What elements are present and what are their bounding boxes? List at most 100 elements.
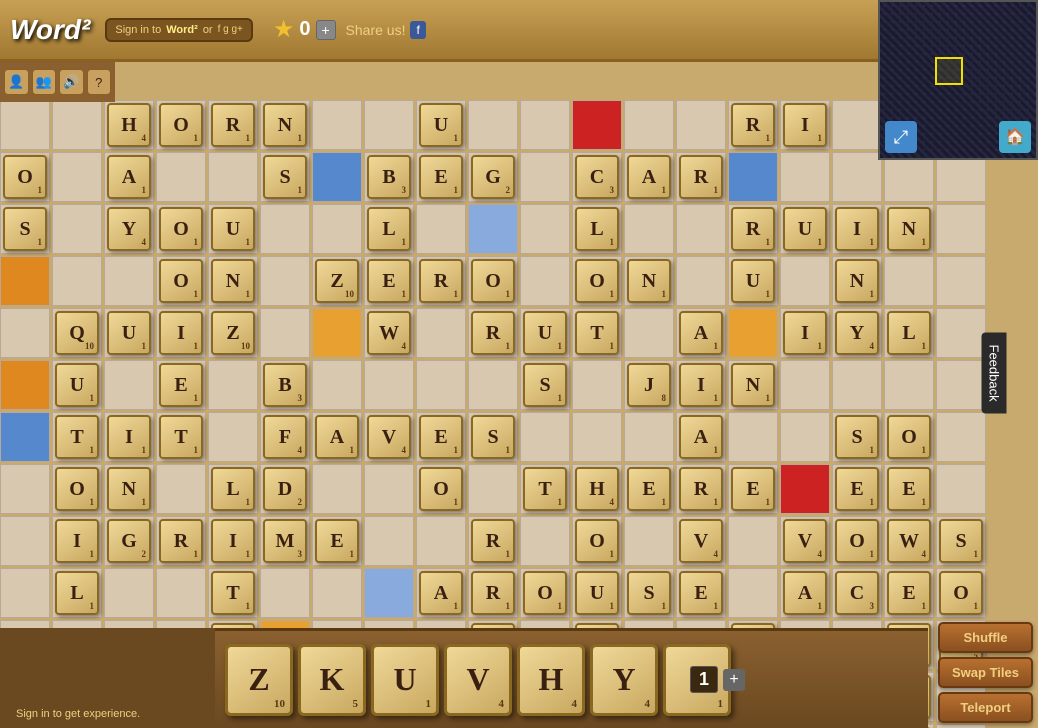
board-cell[interactable]: L1: [52, 568, 102, 618]
board-cell[interactable]: B3: [260, 360, 310, 410]
board-cell[interactable]: Y4: [832, 308, 882, 358]
board-cell[interactable]: [780, 360, 830, 410]
board-cell[interactable]: A1: [676, 308, 726, 358]
board-cell[interactable]: D2: [260, 464, 310, 514]
board-cell[interactable]: [104, 568, 154, 618]
board-cell[interactable]: O1: [156, 100, 206, 150]
board-cell[interactable]: [312, 308, 362, 358]
add-star-button[interactable]: +: [316, 20, 336, 40]
board-cell[interactable]: [572, 412, 622, 462]
board-cell[interactable]: N1: [208, 256, 258, 306]
board-cell[interactable]: [416, 204, 466, 254]
board-cell[interactable]: [416, 360, 466, 410]
board-cell[interactable]: I1: [780, 100, 830, 150]
board-cell[interactable]: [312, 152, 362, 202]
board-cell[interactable]: V4: [364, 412, 414, 462]
board-cell[interactable]: T1: [208, 568, 258, 618]
board-cell[interactable]: [780, 464, 830, 514]
board-cell[interactable]: [936, 256, 986, 306]
board-cell[interactable]: L1: [364, 204, 414, 254]
board-cell[interactable]: A1: [780, 568, 830, 618]
board-cell[interactable]: S1: [468, 412, 518, 462]
sound-icon[interactable]: 🔊: [59, 69, 84, 95]
board-cell[interactable]: A1: [104, 152, 154, 202]
board-cell[interactable]: [520, 412, 570, 462]
board-cell[interactable]: O1: [572, 516, 622, 566]
board-cell[interactable]: R1: [728, 100, 778, 150]
board-cell[interactable]: [728, 412, 778, 462]
board-cell[interactable]: I1: [832, 204, 882, 254]
board-cell[interactable]: N1: [104, 464, 154, 514]
board-cell[interactable]: A1: [416, 568, 466, 618]
board-cell[interactable]: [52, 100, 102, 150]
board-cell[interactable]: B3: [364, 152, 414, 202]
board-cell[interactable]: O1: [416, 464, 466, 514]
board-cell[interactable]: E1: [416, 412, 466, 462]
board-cell[interactable]: N1: [832, 256, 882, 306]
board-cell[interactable]: [728, 152, 778, 202]
board-cell[interactable]: [676, 100, 726, 150]
board-cell[interactable]: [260, 308, 310, 358]
board-cell[interactable]: R1: [416, 256, 466, 306]
board-cell[interactable]: W4: [884, 516, 934, 566]
minimap-home-button[interactable]: 🏠: [999, 121, 1031, 153]
board-cell[interactable]: [364, 360, 414, 410]
board-cell[interactable]: S1: [0, 204, 50, 254]
board-cell[interactable]: [0, 516, 50, 566]
board-cell[interactable]: R1: [676, 152, 726, 202]
board-cell[interactable]: [728, 516, 778, 566]
teleport-button[interactable]: Teleport: [938, 692, 1033, 723]
board-cell[interactable]: T1: [156, 412, 206, 462]
board-cell[interactable]: O1: [156, 204, 206, 254]
board-cell[interactable]: I1: [104, 412, 154, 462]
board-cell[interactable]: M3: [260, 516, 310, 566]
board-cell[interactable]: [364, 568, 414, 618]
board-cell[interactable]: H4: [572, 464, 622, 514]
board-cell[interactable]: A1: [676, 412, 726, 462]
board-cell[interactable]: O1: [832, 516, 882, 566]
board-cell[interactable]: A1: [624, 152, 674, 202]
board-cell[interactable]: E1: [624, 464, 674, 514]
score-plus-button[interactable]: +: [723, 669, 745, 691]
shuffle-button[interactable]: Shuffle: [938, 622, 1033, 653]
board-cell[interactable]: [572, 360, 622, 410]
board-cell[interactable]: [208, 412, 258, 462]
board-cell[interactable]: [104, 360, 154, 410]
board-cell[interactable]: [676, 204, 726, 254]
board-cell[interactable]: [520, 152, 570, 202]
rack-tile[interactable]: H4: [517, 644, 585, 716]
board-cell[interactable]: Y4: [104, 204, 154, 254]
board-cell[interactable]: T1: [52, 412, 102, 462]
board-cell[interactable]: E1: [676, 568, 726, 618]
board-cell[interactable]: A1: [312, 412, 362, 462]
board-cell[interactable]: [520, 256, 570, 306]
board-cell[interactable]: [624, 204, 674, 254]
board-cell[interactable]: E1: [728, 464, 778, 514]
board-cell[interactable]: [780, 412, 830, 462]
board-cell[interactable]: [832, 152, 882, 202]
board-cell[interactable]: L1: [572, 204, 622, 254]
board-cell[interactable]: S1: [832, 412, 882, 462]
board-cell[interactable]: [156, 568, 206, 618]
rack-tile[interactable]: K5: [298, 644, 366, 716]
board-cell[interactable]: E1: [364, 256, 414, 306]
board-cell[interactable]: V4: [780, 516, 830, 566]
board-cell[interactable]: R1: [676, 464, 726, 514]
board-cell[interactable]: E1: [884, 464, 934, 514]
board-cell[interactable]: E1: [312, 516, 362, 566]
board-cell[interactable]: [468, 100, 518, 150]
board-cell[interactable]: [104, 256, 154, 306]
board-cell[interactable]: [780, 152, 830, 202]
board-cell[interactable]: [728, 308, 778, 358]
board-cell[interactable]: [208, 360, 258, 410]
board-cell[interactable]: W4: [364, 308, 414, 358]
board-cell[interactable]: [156, 464, 206, 514]
board-cell[interactable]: O1: [936, 568, 986, 618]
board-cell[interactable]: Z10: [312, 256, 362, 306]
board-cell[interactable]: S1: [624, 568, 674, 618]
board-cell[interactable]: I1: [156, 308, 206, 358]
board-cell[interactable]: R1: [468, 568, 518, 618]
board-cell[interactable]: [364, 516, 414, 566]
profile-icon[interactable]: 👤: [4, 69, 29, 95]
board-cell[interactable]: S1: [260, 152, 310, 202]
